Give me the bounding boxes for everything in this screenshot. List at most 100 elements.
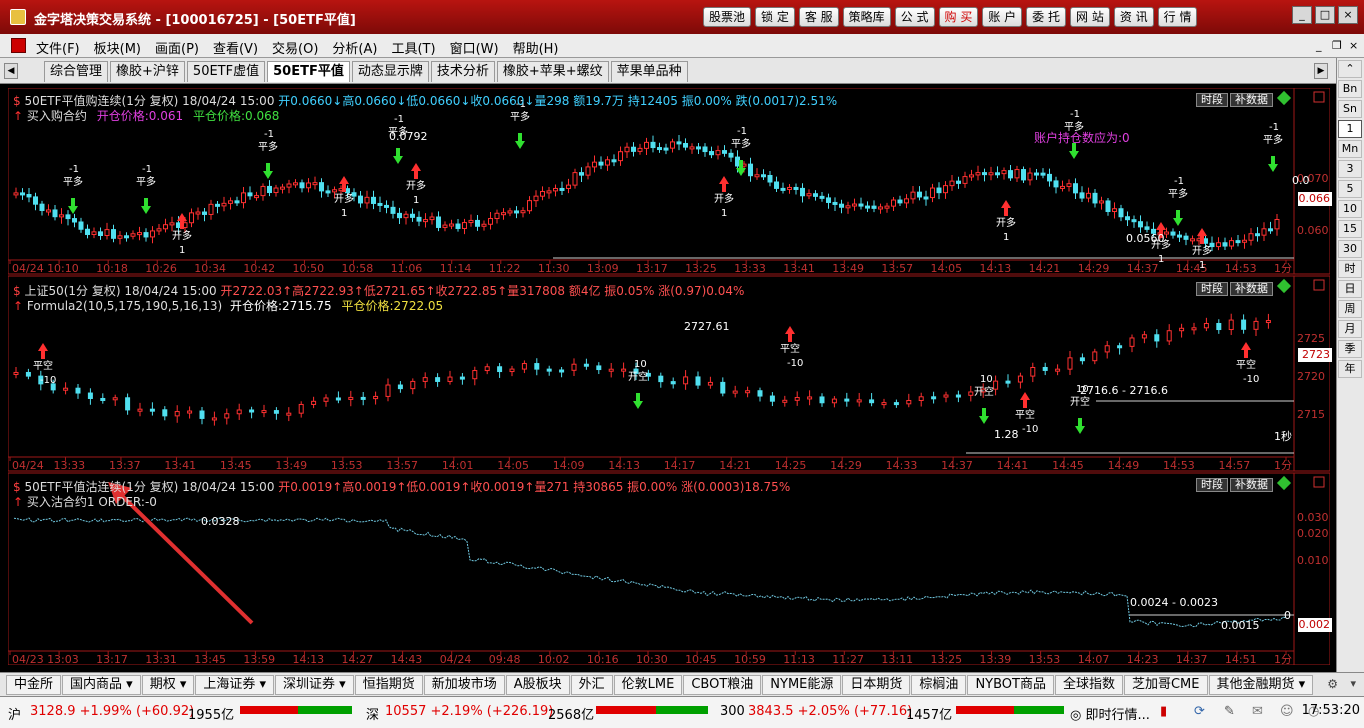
menu-window[interactable]: 窗口(W) bbox=[450, 38, 499, 57]
tab-rubber-apple-rebar[interactable]: 橡胶+苹果+螺纹 bbox=[496, 61, 609, 82]
panel3-session-button[interactable]: 时段 bbox=[1196, 478, 1228, 492]
news-ticker[interactable]: ◎ 即时行情... bbox=[1070, 704, 1150, 723]
tab-overview[interactable]: 综合管理 bbox=[44, 61, 109, 82]
refresh-icon[interactable]: ⟳ bbox=[1194, 704, 1205, 719]
lock-button[interactable]: 锁 定 bbox=[755, 7, 795, 27]
market-tab[interactable]: 新加坡市场 bbox=[423, 675, 505, 695]
settings-icon[interactable]: ⚙ bbox=[1327, 677, 1338, 691]
panel1-refill-data-button[interactable]: 补数据 bbox=[1230, 93, 1273, 107]
period-button[interactable]: 季 bbox=[1338, 340, 1362, 358]
menu-help[interactable]: 帮助(H) bbox=[513, 38, 559, 57]
stock-pool-button[interactable]: 股票池 bbox=[703, 7, 752, 27]
candle-body bbox=[397, 212, 402, 219]
candle-body bbox=[254, 195, 259, 199]
mdi-restore-button[interactable]: ❐ bbox=[1332, 39, 1342, 52]
pen-icon[interactable]: ✎ bbox=[1224, 704, 1235, 719]
tab-dynamic-board[interactable]: 动态显示牌 bbox=[351, 61, 429, 82]
account-button[interactable]: 账 户 bbox=[982, 7, 1023, 27]
news-button[interactable]: 资 讯 bbox=[1113, 7, 1154, 27]
menu-analysis[interactable]: 分析(A) bbox=[332, 38, 377, 57]
market-tab[interactable]: 其他金融期货 ▾ bbox=[1208, 675, 1314, 695]
period-button[interactable]: 时 bbox=[1338, 260, 1362, 278]
market-tab[interactable]: 国内商品 ▾ bbox=[62, 675, 141, 695]
panel3-right-value: 0 bbox=[1284, 609, 1291, 622]
market-tab[interactable]: 期权 ▾ bbox=[141, 675, 195, 695]
menu-tools[interactable]: 工具(T) bbox=[391, 38, 435, 57]
menu-file[interactable]: 文件(F) bbox=[36, 38, 80, 57]
period-button[interactable]: Mn bbox=[1338, 140, 1362, 158]
market-tab[interactable]: 全球指数 bbox=[1054, 675, 1123, 695]
period-button[interactable]: 1 bbox=[1338, 120, 1362, 138]
order-button[interactable]: 委 托 bbox=[1026, 7, 1066, 27]
formula-button[interactable]: 公 式 bbox=[894, 7, 935, 27]
period-button[interactable]: 周 bbox=[1338, 300, 1362, 318]
flask-icon[interactable]: ▮ bbox=[1160, 704, 1167, 719]
market-tab[interactable]: 伦敦LME bbox=[613, 675, 683, 695]
minimize-button[interactable]: _ bbox=[1292, 6, 1312, 24]
candle-body bbox=[509, 368, 515, 373]
trade-signal-label: 开空 bbox=[974, 385, 994, 398]
panel2-formula-row: ↑ Formula2(10,5,175,190,5,16,13) 开仓价格:27… bbox=[13, 299, 444, 313]
period-button[interactable]: 月 bbox=[1338, 320, 1362, 338]
market-tab[interactable]: A股板块 bbox=[505, 675, 570, 695]
website-button[interactable]: 网 站 bbox=[1070, 7, 1110, 27]
up-arrow-icon bbox=[785, 326, 795, 342]
quotes-button[interactable]: 行 情 bbox=[1157, 7, 1198, 27]
panel2-session-button[interactable]: 时段 bbox=[1196, 282, 1228, 296]
panel1-session-button[interactable]: 时段 bbox=[1196, 93, 1228, 107]
market-tab[interactable]: 外汇 bbox=[570, 675, 613, 695]
tab-apple-single[interactable]: 苹果单品种 bbox=[610, 61, 688, 82]
market-tab[interactable]: NYME能源 bbox=[762, 675, 842, 695]
candle-body bbox=[87, 392, 93, 399]
panel2-refill-data-button[interactable]: 补数据 bbox=[1230, 282, 1273, 296]
period-button[interactable]: Bn bbox=[1338, 80, 1362, 98]
period-button[interactable]: 10 bbox=[1338, 200, 1362, 218]
envelope-icon[interactable]: ✉ bbox=[1252, 704, 1263, 719]
menu-screen[interactable]: 画面(P) bbox=[155, 38, 199, 57]
market-tab[interactable]: CBOT粮油 bbox=[683, 675, 762, 695]
chevron-down-icon[interactable]: ▾ bbox=[1350, 677, 1356, 690]
candle-body bbox=[769, 395, 775, 402]
market-tab[interactable]: 日本期货 bbox=[842, 675, 911, 695]
maximize-button[interactable]: □ bbox=[1315, 6, 1335, 24]
chart-type-icon[interactable]: ⌃ bbox=[1338, 60, 1362, 78]
period-button[interactable]: 5 bbox=[1338, 180, 1362, 198]
candle-body bbox=[533, 195, 539, 202]
candle-body bbox=[75, 387, 81, 394]
market-tab[interactable]: 恒指期货 bbox=[354, 675, 423, 695]
mdi-close-button[interactable]: × bbox=[1349, 39, 1358, 52]
tab-technical-analysis[interactable]: 技术分析 bbox=[430, 61, 495, 82]
tab-scroll-right-icon[interactable]: ▶ bbox=[1314, 63, 1328, 79]
customer-service-button[interactable]: 客 服 bbox=[798, 7, 839, 27]
market-tab[interactable]: 上海证券 ▾ bbox=[195, 675, 275, 695]
tab-scroll-left-icon[interactable]: ◀ bbox=[4, 63, 18, 79]
market-tab[interactable]: NYBOT商品 bbox=[967, 675, 1054, 695]
period-button[interactable]: 年 bbox=[1338, 360, 1362, 378]
period-button[interactable]: 3 bbox=[1338, 160, 1362, 178]
time-tick-label: 14:49 bbox=[1108, 459, 1140, 472]
candle-body bbox=[969, 174, 974, 178]
close-button[interactable]: × bbox=[1338, 6, 1358, 24]
candle-body bbox=[1060, 185, 1065, 189]
market-tab[interactable]: 深圳证券 ▾ bbox=[275, 675, 354, 695]
period-button[interactable]: Sn bbox=[1338, 100, 1362, 118]
tab-50etf-otm[interactable]: 50ETF虚值 bbox=[186, 61, 266, 82]
strategy-library-button[interactable]: 策略库 bbox=[842, 7, 891, 27]
menu-view[interactable]: 查看(V) bbox=[213, 38, 258, 57]
tab-50etf-atm[interactable]: 50ETF平值 bbox=[267, 61, 350, 82]
menu-sector[interactable]: 板块(M) bbox=[94, 38, 141, 57]
tab-rubber-zinc[interactable]: 橡胶+沪锌 bbox=[110, 61, 185, 82]
period-button[interactable]: 30 bbox=[1338, 240, 1362, 258]
market-tab[interactable]: 棕榈油 bbox=[911, 675, 967, 695]
period-button[interactable]: 15 bbox=[1338, 220, 1362, 238]
menu-trade[interactable]: 交易(O) bbox=[272, 38, 318, 57]
panel3-refill-data-button[interactable]: 补数据 bbox=[1230, 478, 1273, 492]
chart-canvas[interactable]: 04/24 10:10 10:18 10:26 10:34 10:42 10:50 10:58… bbox=[8, 88, 1330, 665]
period-button[interactable]: 日 bbox=[1338, 280, 1362, 298]
person-icon[interactable]: ☺ bbox=[1280, 704, 1294, 719]
market-tab[interactable]: 芝加哥CME bbox=[1123, 675, 1208, 695]
market-tab[interactable]: 中金所 bbox=[6, 675, 62, 695]
mdi-minimize-button[interactable]: _ bbox=[1316, 39, 1322, 52]
trade-qty-label: 1 bbox=[1003, 232, 1009, 243]
buy-button[interactable]: 购 买 bbox=[938, 7, 979, 27]
